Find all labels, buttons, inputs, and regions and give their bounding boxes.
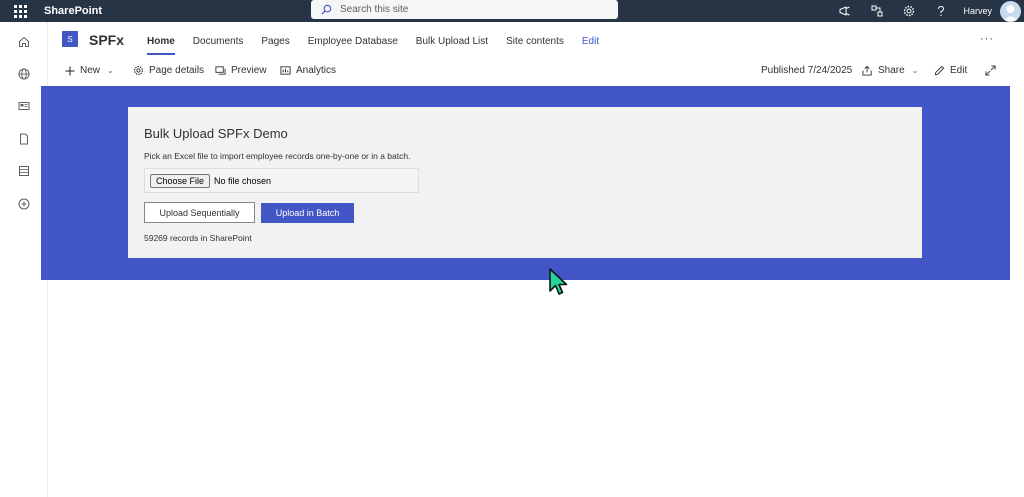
chevron-down-icon: ⌄ — [107, 66, 114, 75]
share-icon — [862, 65, 872, 76]
list-icon[interactable] — [14, 161, 34, 181]
new-label: New — [80, 65, 101, 76]
nav-pages[interactable]: Pages — [261, 36, 289, 47]
published-status: Published 7/24/2025 — [761, 65, 852, 76]
page-details-label: Page details — [149, 65, 205, 76]
bulk-upload-webpart: Bulk Upload SPFx Demo Pick an Excel file… — [128, 107, 922, 258]
globe-icon[interactable] — [14, 64, 34, 84]
nav-edit-link[interactable]: Edit — [582, 36, 599, 47]
edit-button[interactable]: Edit — [934, 65, 967, 76]
top-navigation: Home Documents Pages Employee Database B… — [147, 36, 617, 55]
share-network-icon[interactable] — [861, 0, 893, 22]
user-name[interactable]: Harvey — [963, 6, 992, 16]
search-icon — [321, 4, 332, 15]
search-placeholder: Search this site — [340, 4, 409, 15]
nav-home[interactable]: Home — [147, 36, 175, 55]
nav-site-contents[interactable]: Site contents — [506, 36, 564, 47]
megaphone-icon[interactable] — [829, 0, 861, 22]
analytics-label: Analytics — [296, 65, 337, 76]
record-count: 59269 records in SharePoint — [144, 233, 252, 243]
plus-icon — [65, 66, 75, 75]
nav-bulk-upload-list[interactable]: Bulk Upload List — [416, 36, 488, 47]
search-box[interactable]: Search this site — [311, 0, 618, 19]
choose-file-button[interactable]: Choose File — [150, 173, 211, 188]
app-launcher-icon[interactable] — [0, 0, 40, 22]
file-picker[interactable]: Choose File No file chosen — [144, 168, 419, 193]
expand-icon[interactable] — [985, 65, 1001, 76]
app-name[interactable]: SharePoint — [44, 5, 102, 17]
preview-label: Preview — [231, 65, 267, 76]
webpart-title: Bulk Upload SPFx Demo — [144, 126, 288, 141]
nav-employee-database[interactable]: Employee Database — [308, 36, 398, 47]
home-icon[interactable] — [14, 32, 34, 52]
gear-icon — [133, 65, 144, 76]
site-title[interactable]: SPFx — [89, 32, 124, 48]
page-details-button[interactable]: Page details — [133, 65, 204, 76]
nav-documents[interactable]: Documents — [193, 36, 244, 47]
upload-sequentially-button[interactable]: Upload Sequentially — [144, 202, 255, 223]
add-circle-icon[interactable] — [14, 194, 34, 214]
settings-gear-icon[interactable] — [893, 0, 925, 22]
command-bar: New ⌄ Page details Preview Analytics Pub… — [48, 60, 1024, 85]
analytics-icon — [280, 66, 291, 75]
preview-icon — [215, 66, 226, 75]
edit-label: Edit — [950, 65, 968, 76]
document-icon[interactable] — [14, 129, 34, 149]
help-icon[interactable] — [925, 0, 957, 22]
user-avatar[interactable] — [1000, 0, 1021, 22]
webpart-description: Pick an Excel file to import employee re… — [144, 151, 411, 161]
preview-button[interactable]: Preview — [215, 65, 267, 76]
suite-bar: SharePoint Search this site Harvey — [0, 0, 1024, 22]
chevron-down-icon: ⌄ — [911, 66, 919, 75]
new-button[interactable]: New ⌄ — [65, 65, 114, 76]
more-options-icon[interactable]: ··· — [980, 33, 994, 45]
site-logo[interactable]: S — [62, 31, 78, 47]
share-button[interactable]: Share ⌄ — [862, 65, 918, 76]
pencil-icon — [934, 65, 945, 76]
share-label: Share — [878, 65, 905, 76]
upload-in-batch-button[interactable]: Upload in Batch — [261, 203, 354, 223]
site-header: S SPFx Home Documents Pages Employee Dat… — [48, 22, 1024, 60]
analytics-button[interactable]: Analytics — [280, 65, 336, 76]
mouse-cursor-icon — [549, 268, 568, 295]
published-date: Published 7/24/2025 — [761, 65, 853, 76]
news-icon[interactable] — [14, 96, 34, 116]
file-status-text: No file chosen — [214, 175, 272, 186]
